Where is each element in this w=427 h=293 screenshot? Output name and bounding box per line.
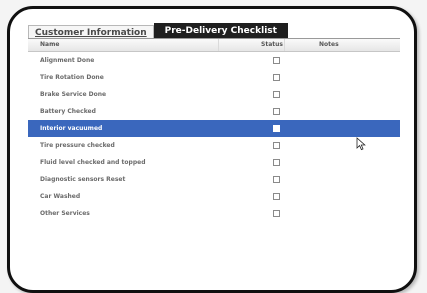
row-name: Diagnostic sensors Reset xyxy=(40,176,126,183)
grid-header: Name Status Notes xyxy=(28,39,400,52)
row-name: Tire Rotation Done xyxy=(40,74,104,81)
row-name: Fluid level checked and topped xyxy=(40,159,146,166)
checklist-grid: Name Status Notes Alignment Done Tire Ro… xyxy=(28,39,400,279)
status-checkbox[interactable] xyxy=(273,210,280,217)
table-row[interactable]: Tire pressure checked xyxy=(28,137,400,154)
status-checkbox[interactable] xyxy=(273,142,280,149)
table-row[interactable]: Battery Checked xyxy=(28,103,400,120)
row-name: Interior vacuumed xyxy=(40,125,103,132)
status-checkbox[interactable] xyxy=(273,91,280,98)
row-name: Tire pressure checked xyxy=(40,142,115,149)
table-row[interactable]: Car Washed xyxy=(28,188,400,205)
row-name: Brake Service Done xyxy=(40,91,107,98)
tab-strip: Customer Information Pre-Delivery Checkl… xyxy=(28,23,400,39)
row-name: Battery Checked xyxy=(40,108,96,115)
column-header-name[interactable]: Name xyxy=(28,39,218,51)
table-row-selected[interactable]: Interior vacuumed xyxy=(28,120,400,137)
table-row[interactable]: Tire Rotation Done xyxy=(28,69,400,86)
status-checkbox[interactable] xyxy=(273,176,280,183)
table-row[interactable]: Other Services xyxy=(28,205,400,222)
row-name: Other Services xyxy=(40,210,90,217)
row-name: Car Washed xyxy=(40,193,81,200)
column-header-status[interactable]: Status xyxy=(218,39,284,51)
status-checkbox[interactable] xyxy=(273,193,280,200)
status-checkbox[interactable] xyxy=(273,159,280,166)
tab-pre-delivery-checklist[interactable]: Pre-Delivery Checklist xyxy=(153,23,288,38)
column-header-notes[interactable]: Notes xyxy=(284,39,400,51)
app-window: Customer Information Pre-Delivery Checkl… xyxy=(7,6,417,293)
status-checkbox[interactable] xyxy=(273,125,280,132)
status-checkbox[interactable] xyxy=(273,108,280,115)
table-row[interactable]: Fluid level checked and topped xyxy=(28,154,400,171)
row-name: Alignment Done xyxy=(40,57,95,64)
table-row[interactable]: Alignment Done xyxy=(28,52,400,69)
table-row[interactable]: Brake Service Done xyxy=(28,86,400,103)
tab-customer-information[interactable]: Customer Information xyxy=(28,25,154,38)
mouse-pointer-icon xyxy=(356,137,366,151)
status-checkbox[interactable] xyxy=(273,57,280,64)
status-checkbox[interactable] xyxy=(273,74,280,81)
table-row[interactable]: Diagnostic sensors Reset xyxy=(28,171,400,188)
grid-rows: Alignment Done Tire Rotation Done Brake … xyxy=(28,52,400,222)
